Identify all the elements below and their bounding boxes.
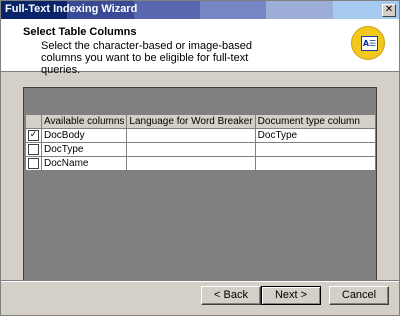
close-icon[interactable]: ✕: [382, 4, 396, 17]
checkbox-checked-icon[interactable]: ✓: [28, 129, 39, 141]
table-row[interactable]: DocName: [25, 156, 377, 171]
title-bar-segment: [133, 1, 200, 19]
language-cell[interactable]: [126, 142, 256, 157]
column-name-cell[interactable]: DocBody: [40, 128, 128, 143]
back-button[interactable]: < Back: [201, 286, 261, 305]
doctype-cell[interactable]: [254, 142, 377, 157]
page-description: Select the character-based or image-base…: [41, 40, 252, 76]
table-header-row: Available columns Language for Word Brea…: [25, 114, 377, 129]
next-button[interactable]: Next >: [261, 286, 321, 305]
checkbox-unchecked-icon[interactable]: [28, 157, 39, 169]
wizard-window: Full-Text Indexing Wizard ✕ Select Table…: [0, 0, 400, 316]
columns-table: Available columns Language for Word Brea…: [25, 114, 377, 171]
row-checkbox-cell[interactable]: ✓: [25, 128, 42, 143]
title-bar-segment: [199, 1, 267, 19]
select-column-header: [25, 114, 42, 129]
column-name-cell[interactable]: DocType: [40, 142, 128, 157]
title-bar-segment: [266, 1, 333, 19]
page-title: Select Table Columns: [23, 26, 137, 38]
document-icon: A☰: [361, 36, 378, 51]
available-columns-header[interactable]: Available columns: [40, 114, 128, 129]
doctype-header[interactable]: Document type column: [254, 114, 377, 129]
doctype-cell[interactable]: [254, 156, 377, 171]
wizard-header: Select Table Columns Select the characte…: [1, 19, 399, 76]
column-name-cell[interactable]: DocName: [40, 156, 128, 171]
table-row[interactable]: ✓ DocBody DocType: [25, 128, 377, 143]
row-checkbox-cell[interactable]: [25, 156, 42, 171]
language-header[interactable]: Language for Word Breaker: [126, 114, 256, 129]
checkbox-unchecked-icon[interactable]: [28, 143, 39, 155]
table-row[interactable]: DocType: [25, 142, 377, 157]
title-bar[interactable]: Full-Text Indexing Wizard ✕: [1, 1, 399, 19]
columns-grid[interactable]: Available columns Language for Word Brea…: [23, 87, 377, 281]
row-checkbox-cell[interactable]: [25, 142, 42, 157]
cancel-button[interactable]: Cancel: [329, 286, 389, 305]
doctype-cell[interactable]: DocType: [254, 128, 377, 143]
window-title: Full-Text Indexing Wizard: [5, 3, 138, 15]
footer-divider: [1, 280, 399, 282]
language-cell[interactable]: [126, 156, 256, 171]
language-cell[interactable]: [126, 128, 256, 143]
full-text-wizard-icon: A☰: [351, 26, 385, 60]
